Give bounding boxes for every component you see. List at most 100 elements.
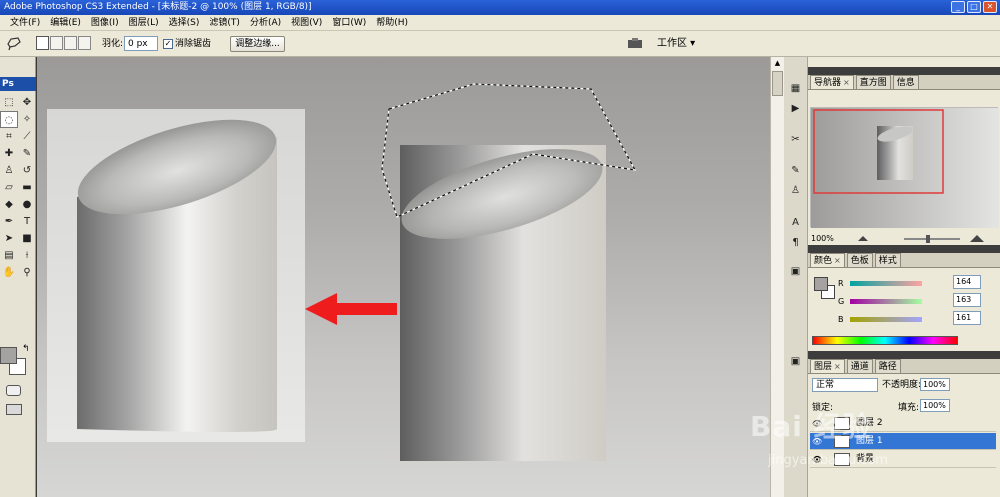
tab-histogram[interactable]: 直方图 (855, 75, 891, 89)
notes-tool-icon[interactable]: ▤ (0, 247, 18, 264)
red-arrow-icon (305, 293, 397, 325)
tab-styles[interactable]: 样式 (874, 253, 901, 267)
color-panel-fg-swatch[interactable] (814, 277, 828, 291)
navigator-tabs: 导航器 × 直方图 信息 (808, 75, 1000, 90)
g-slider[interactable] (850, 299, 922, 304)
b-value-input[interactable]: 161 (953, 311, 981, 325)
g-value-input[interactable]: 163 (953, 293, 981, 307)
refine-edge-button[interactable]: 调整边缘... (230, 36, 285, 52)
hand-tool-icon[interactable]: ✋ (0, 264, 18, 281)
quick-mask-icon[interactable] (6, 385, 21, 396)
subtract-selection-icon[interactable] (64, 36, 77, 50)
clone-source-icon[interactable]: ♙ (788, 183, 803, 198)
title-bar: Adobe Photoshop CS3 Extended - [未标题-2 @ … (0, 0, 1000, 15)
ps-logo[interactable]: Ps (0, 77, 36, 91)
type-tool-icon[interactable]: T (18, 213, 36, 230)
r-slider[interactable] (850, 281, 922, 286)
channel-row-r: R 164 (838, 275, 998, 290)
menu-edit[interactable]: 编辑(E) (45, 15, 86, 31)
layers-panel-header[interactable] (808, 351, 1000, 359)
color-spectrum-bar[interactable] (812, 336, 958, 345)
crop-tool-icon[interactable]: ⌗ (0, 128, 18, 145)
blend-mode-select[interactable]: 正常 (812, 378, 878, 392)
zoom-tool-icon[interactable]: ⚲ (18, 264, 36, 281)
lasso-tool-preset-icon[interactable] (3, 34, 25, 54)
path-select-icon[interactable]: ➤ (0, 230, 18, 247)
antialias-checkbox[interactable]: ✓ (163, 39, 173, 49)
antialias-label: 消除锯齿 (175, 39, 212, 49)
foreground-color-swatch[interactable] (0, 347, 17, 364)
tools-panel: Ps ⬚ ✥ ◌ ✧ ⌗ ⟋ ✚ ✎ ♙ ↺ ▱ ▬ ◆ ● ✒ T ➤ ■ ▤… (0, 57, 36, 497)
character-panel-icon[interactable]: A (788, 215, 803, 230)
shape-tool-icon[interactable]: ■ (18, 230, 36, 247)
dodge-tool-icon[interactable]: ● (18, 196, 36, 213)
feather-label: 羽化: (102, 39, 124, 49)
opacity-input[interactable]: 100% (920, 378, 950, 391)
lasso-tool-icon[interactable]: ◌ (0, 111, 18, 128)
fill-label: 填充: (898, 403, 920, 413)
brush-tool-icon[interactable]: ✎ (18, 145, 36, 162)
clone-stamp-icon[interactable]: ♙ (0, 162, 18, 179)
paragraph-panel-icon[interactable]: ¶ (788, 235, 803, 250)
tab-color[interactable]: 颜色 × (810, 253, 845, 267)
workspace-icon[interactable] (626, 37, 644, 51)
magic-wand-tool-icon[interactable]: ✧ (18, 111, 36, 128)
layers-tabs: 图层 × 通道 路径 (808, 359, 1000, 374)
workspace-menu-button[interactable]: 工作区 ▾ (652, 35, 700, 53)
menu-window[interactable]: 窗口(W) (327, 15, 371, 31)
actions-panel-icon[interactable]: ▶ (788, 101, 803, 116)
intersect-selection-icon[interactable] (78, 36, 91, 50)
menu-select[interactable]: 选择(S) (164, 15, 205, 31)
feather-input[interactable] (124, 36, 158, 51)
document-canvas[interactable] (37, 57, 770, 497)
swap-colors-icon[interactable]: ↰ (22, 344, 30, 354)
slice-tool-icon[interactable]: ⟋ (18, 128, 36, 145)
healing-brush-icon[interactable]: ✚ (0, 145, 18, 162)
navigator-thumbnail[interactable] (810, 107, 999, 228)
tab-paths[interactable]: 路径 (874, 359, 901, 373)
dock-item-2-icon[interactable]: ▣ (788, 354, 803, 369)
add-selection-icon[interactable] (50, 36, 63, 50)
close-button[interactable]: ✕ (983, 1, 997, 13)
fill-input[interactable]: 100% (920, 399, 950, 412)
tab-navigator[interactable]: 导航器 × (810, 75, 854, 89)
channel-row-g: G 163 (838, 293, 998, 308)
tab-layers[interactable]: 图层 × (810, 359, 845, 373)
scroll-thumb[interactable] (772, 71, 783, 96)
tab-swatches[interactable]: 色板 (846, 253, 873, 267)
tool-presets-icon[interactable]: ✂ (788, 132, 803, 147)
move-tool-icon[interactable]: ✥ (18, 94, 36, 111)
r-value-input[interactable]: 164 (953, 275, 981, 289)
eyedropper-tool-icon[interactable]: ⟊ (18, 247, 36, 264)
new-selection-icon[interactable] (36, 36, 49, 50)
gradient-tool-icon[interactable]: ▬ (18, 179, 36, 196)
tab-info[interactable]: 信息 (892, 75, 919, 89)
pen-tool-icon[interactable]: ✒ (0, 213, 18, 230)
screen-mode-icon[interactable] (6, 404, 22, 415)
opacity-label: 不透明度: (882, 380, 922, 390)
menu-analysis[interactable]: 分析(A) (245, 15, 286, 31)
color-panel-header[interactable] (808, 245, 1000, 253)
marquee-tool-icon[interactable]: ⬚ (0, 94, 18, 111)
menu-view[interactable]: 视图(V) (286, 15, 327, 31)
scroll-up-icon[interactable]: ▲ (773, 59, 782, 69)
eraser-tool-icon[interactable]: ▱ (0, 179, 18, 196)
minimize-button[interactable]: _ (951, 1, 965, 13)
menu-help[interactable]: 帮助(H) (371, 15, 413, 31)
maximize-button[interactable]: □ (967, 1, 981, 13)
navigator-panel-header[interactable] (808, 67, 1000, 75)
history-brush-icon[interactable]: ↺ (18, 162, 36, 179)
zoom-slider[interactable] (808, 232, 1000, 246)
menu-file[interactable]: 文件(F) (0, 15, 45, 31)
brushes-panel-icon[interactable]: ✎ (788, 163, 803, 178)
history-panel-icon[interactable]: ▦ (788, 81, 803, 96)
menu-image[interactable]: 图像(I) (86, 15, 124, 31)
blur-tool-icon[interactable]: ◆ (0, 196, 18, 213)
canvas-artwork (47, 83, 637, 461)
menu-layer[interactable]: 图层(L) (124, 15, 164, 31)
tool-grid: ⬚ ✥ ◌ ✧ ⌗ ⟋ ✚ ✎ ♙ ↺ ▱ ▬ ◆ ● ✒ T ➤ ■ ▤ ⟊ … (0, 94, 36, 281)
tab-channels[interactable]: 通道 (846, 359, 873, 373)
menu-filter[interactable]: 滤镜(T) (204, 15, 245, 31)
b-slider[interactable] (850, 317, 922, 322)
dock-item-icon[interactable]: ▣ (788, 264, 803, 279)
